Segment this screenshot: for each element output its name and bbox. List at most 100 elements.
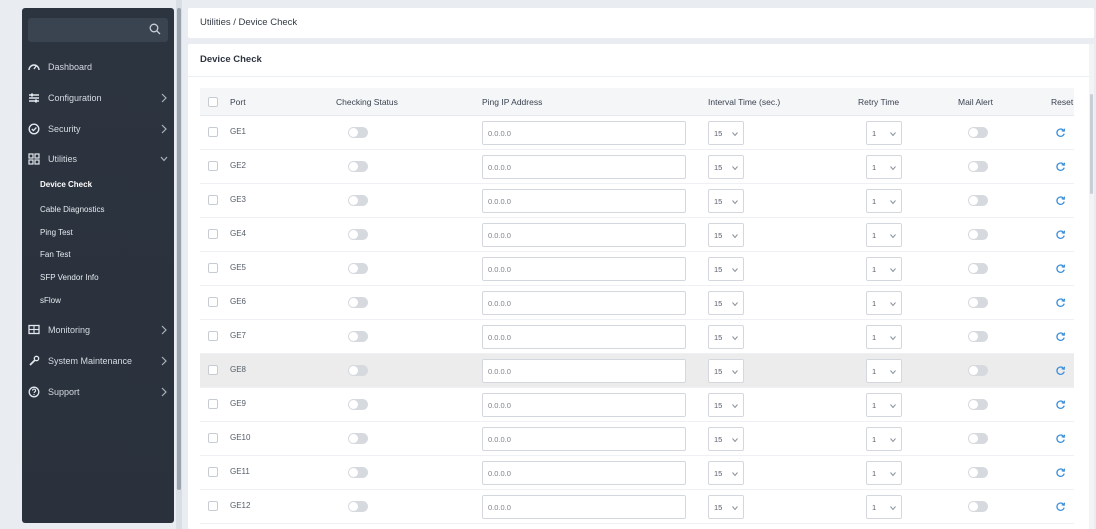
interval-select[interactable]: 15 <box>708 223 744 247</box>
sidebar-item-system-maintenance[interactable]: System Maintenance <box>22 350 174 372</box>
ping-ip-input[interactable]: 0.0.0.0 <box>482 257 686 281</box>
retry-select[interactable]: 1 <box>866 155 902 179</box>
row-checkbox[interactable] <box>208 399 218 409</box>
search-input[interactable] <box>28 18 168 42</box>
sidebar-subitem-sflow[interactable]: sFlow <box>40 294 61 308</box>
retry-select[interactable]: 1 <box>866 359 902 383</box>
row-checkbox[interactable] <box>208 161 218 171</box>
checking-status-toggle[interactable] <box>348 365 368 376</box>
retry-select[interactable]: 1 <box>866 257 902 281</box>
ping-ip-input[interactable]: 0.0.0.0 <box>482 155 686 179</box>
mail-alert-toggle[interactable] <box>968 127 988 138</box>
row-checkbox[interactable] <box>208 331 218 341</box>
checking-status-toggle[interactable] <box>348 433 368 444</box>
reset-icon[interactable] <box>1055 229 1066 240</box>
interval-select[interactable]: 15 <box>708 461 744 485</box>
sidebar-item-utilities[interactable]: Utilities <box>22 148 174 170</box>
sidebar-subitem-cable-diagnostics[interactable]: Cable Diagnostics <box>40 203 104 217</box>
retry-select[interactable]: 1 <box>866 291 902 315</box>
sidebar-scrollbar[interactable] <box>177 8 181 490</box>
interval-select[interactable]: 15 <box>708 427 744 451</box>
select-all-checkbox[interactable] <box>208 97 218 107</box>
ping-ip-input[interactable]: 0.0.0.0 <box>482 427 686 451</box>
reset-icon[interactable] <box>1055 127 1066 138</box>
mail-alert-toggle[interactable] <box>968 365 988 376</box>
mail-alert-toggle[interactable] <box>968 433 988 444</box>
checking-status-toggle[interactable] <box>348 263 368 274</box>
row-checkbox[interactable] <box>208 501 218 511</box>
sidebar-item-monitoring[interactable]: Monitoring <box>22 319 174 341</box>
sidebar-item-support[interactable]: Support <box>22 381 174 403</box>
sidebar-subitem-device-check[interactable]: Device Check <box>40 178 92 192</box>
checking-status-toggle[interactable] <box>348 467 368 478</box>
checking-status-toggle[interactable] <box>348 127 368 138</box>
retry-select[interactable]: 1 <box>866 427 902 451</box>
ping-ip-input[interactable]: 0.0.0.0 <box>482 121 686 145</box>
row-checkbox[interactable] <box>208 467 218 477</box>
checking-status-toggle[interactable] <box>348 501 368 512</box>
ping-ip-input[interactable]: 0.0.0.0 <box>482 325 686 349</box>
reset-icon[interactable] <box>1055 297 1066 308</box>
reset-icon[interactable] <box>1055 399 1066 410</box>
ping-ip-input[interactable]: 0.0.0.0 <box>482 291 686 315</box>
reset-icon[interactable] <box>1055 467 1066 478</box>
row-checkbox[interactable] <box>208 433 218 443</box>
content-scrollbar[interactable] <box>1090 94 1093 194</box>
retry-select[interactable]: 1 <box>866 223 902 247</box>
interval-select[interactable]: 15 <box>708 155 744 179</box>
ping-ip-input[interactable]: 0.0.0.0 <box>482 359 686 383</box>
reset-icon[interactable] <box>1055 501 1066 512</box>
mail-alert-toggle[interactable] <box>968 399 988 410</box>
mail-alert-toggle[interactable] <box>968 263 988 274</box>
checking-status-toggle[interactable] <box>348 331 368 342</box>
interval-select[interactable]: 15 <box>708 359 744 383</box>
sidebar-subitem-sfp-vendor-info[interactable]: SFP Vendor Info <box>40 271 99 285</box>
search-icon[interactable] <box>148 22 162 36</box>
reset-icon[interactable] <box>1055 263 1066 274</box>
mail-alert-toggle[interactable] <box>968 331 988 342</box>
reset-icon[interactable] <box>1055 433 1066 444</box>
ping-ip-input[interactable]: 0.0.0.0 <box>482 189 686 213</box>
reset-icon[interactable] <box>1055 195 1066 206</box>
retry-select[interactable]: 1 <box>866 393 902 417</box>
mail-alert-toggle[interactable] <box>968 297 988 308</box>
checking-status-toggle[interactable] <box>348 399 368 410</box>
row-checkbox[interactable] <box>208 365 218 375</box>
interval-select[interactable]: 15 <box>708 189 744 213</box>
sidebar-item-configuration[interactable]: Configuration <box>22 87 174 109</box>
retry-select[interactable]: 1 <box>866 189 902 213</box>
interval-select[interactable]: 15 <box>708 495 744 519</box>
row-checkbox[interactable] <box>208 195 218 205</box>
interval-select[interactable]: 15 <box>708 121 744 145</box>
reset-icon[interactable] <box>1055 331 1066 342</box>
sidebar-subitem-ping-test[interactable]: Ping Test <box>40 226 73 240</box>
interval-select[interactable]: 15 <box>708 291 744 315</box>
retry-select[interactable]: 1 <box>866 121 902 145</box>
ping-ip-input[interactable]: 0.0.0.0 <box>482 461 686 485</box>
sidebar-item-security[interactable]: Security <box>22 118 174 140</box>
row-checkbox[interactable] <box>208 263 218 273</box>
row-checkbox[interactable] <box>208 229 218 239</box>
checking-status-toggle[interactable] <box>348 297 368 308</box>
column-header-port[interactable]: Port <box>230 97 246 107</box>
checking-status-toggle[interactable] <box>348 195 368 206</box>
reset-icon[interactable] <box>1055 365 1066 376</box>
row-checkbox[interactable] <box>208 127 218 137</box>
ping-ip-input[interactable]: 0.0.0.0 <box>482 223 686 247</box>
ping-ip-input[interactable]: 0.0.0.0 <box>482 393 686 417</box>
mail-alert-toggle[interactable] <box>968 467 988 478</box>
interval-select[interactable]: 15 <box>708 393 744 417</box>
mail-alert-toggle[interactable] <box>968 229 988 240</box>
interval-select[interactable]: 15 <box>708 257 744 281</box>
row-checkbox[interactable] <box>208 297 218 307</box>
retry-select[interactable]: 1 <box>866 325 902 349</box>
checking-status-toggle[interactable] <box>348 229 368 240</box>
retry-select[interactable]: 1 <box>866 461 902 485</box>
retry-select[interactable]: 1 <box>866 495 902 519</box>
mail-alert-toggle[interactable] <box>968 161 988 172</box>
checking-status-toggle[interactable] <box>348 161 368 172</box>
sidebar-subitem-fan-test[interactable]: Fan Test <box>40 248 71 262</box>
ping-ip-input[interactable]: 0.0.0.0 <box>482 495 686 519</box>
mail-alert-toggle[interactable] <box>968 501 988 512</box>
reset-icon[interactable] <box>1055 161 1066 172</box>
